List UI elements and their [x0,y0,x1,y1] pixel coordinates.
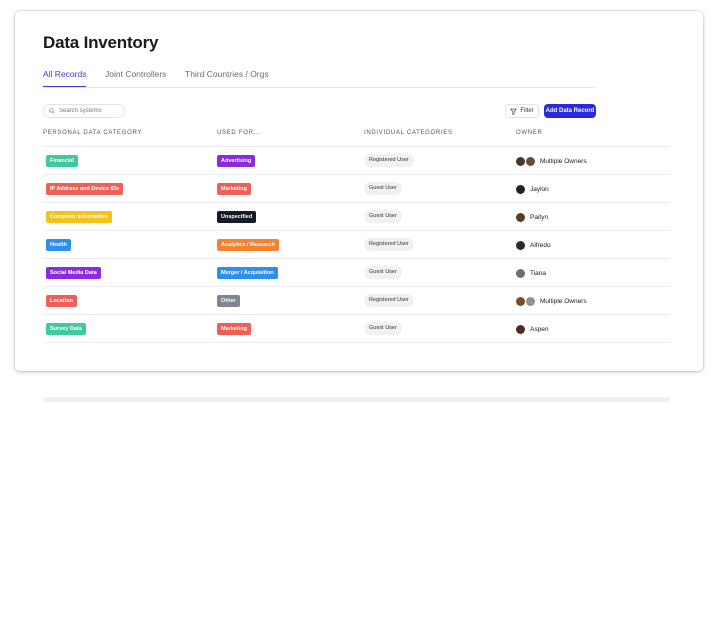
owner-name: Multiple Owners [540,297,587,305]
table-row[interactable]: IP Address and Device IDs Marketing Guest … [43,174,670,203]
category-tag: Survey Data [46,323,86,335]
search-field[interactable] [43,104,125,118]
table-row[interactable]: Location Other Registered User Multiple Own… [43,286,670,315]
individual-category-chip: Registered User [364,154,414,167]
avatar [516,296,525,306]
used-for-tag: Marketing [217,323,251,335]
individual-category-chip: Registered User [364,238,414,251]
table-row[interactable]: Financial Advertising Registered User Multi… [43,146,670,175]
individual-category-chip: Guest User [364,322,402,335]
page-title: Data Inventory [43,33,159,52]
table-row[interactable]: Social Media Data Merger / Acquisition Gue… [43,258,670,287]
owner-name: Aspen [530,325,549,333]
individual-category-chip: Registered User [364,294,414,307]
owner-name: Paityn [530,213,549,221]
data-inventory-card: Data Inventory All Records Joint Control… [15,11,703,371]
filter-label: Filter [520,108,534,114]
individual-category-chip: Guest User [364,182,402,195]
category-tag: Social Media Data [46,267,101,279]
category-tag: Location [46,295,77,307]
owner-cell: Aspen [516,323,548,335]
column-header-owner: OWNER [516,130,543,136]
table-row[interactable]: Computer Information Unspecified Guest Use… [43,202,670,231]
category-tag: Health [46,239,71,251]
owner-name: Jaylon [530,185,549,193]
avatar [516,240,525,250]
add-data-record-button[interactable]: Add Data Record [544,104,596,118]
used-for-tag: Analytics / Research [217,239,279,251]
avatar [516,184,525,194]
table-bottom-border [43,342,670,343]
avatar [516,212,525,222]
avatar [526,296,535,306]
used-for-tag: Other [217,295,240,307]
used-for-tag: Advertising [217,155,256,167]
filter-icon [510,108,518,115]
table-row[interactable]: Health Analytics / Research Registered Use… [43,230,670,259]
tab-all-records[interactable]: All Records [43,69,87,87]
search-input[interactable] [59,108,117,114]
avatar [516,268,525,278]
used-for-tag: Merger / Acquisition [217,267,278,279]
owner-name: Tiana [530,269,547,277]
column-header-category: PERSONAL DATA CATEGORY [43,130,143,136]
owner-cell: Paityn [516,211,548,223]
owner-cell: Multiple Owners [516,155,587,167]
used-for-tag: Unspecified [217,211,257,223]
column-header-used-for: USED FOR... [217,130,261,136]
tab-joint-controllers[interactable]: Joint Controllers [105,69,166,86]
owner-cell: Alfredo [516,239,551,251]
owner-name: Multiple Owners [540,157,587,165]
filter-button[interactable]: Filter [505,104,539,118]
column-header-individual: INDIVIDUAL CATEGORIES [364,130,453,136]
avatar [516,324,525,334]
owner-cell: Tiana [516,267,546,279]
avatar [516,156,525,166]
tab-third-countries[interactable]: Third Countries / Orgs [185,69,269,86]
category-tag: Financial [46,155,78,167]
individual-category-chip: Guest User [364,266,402,279]
used-for-tag: Marketing [217,183,251,195]
background-divider [43,397,670,402]
tab-bar: All Records Joint Controllers Third Coun… [43,69,595,88]
owner-name: Alfredo [530,241,551,249]
category-tag: IP Address and Device IDs [46,183,124,195]
category-tag: Computer Information [46,211,112,223]
individual-category-chip: Guest User [364,210,402,223]
owner-cell: Jaylon [516,183,549,195]
avatar [526,156,535,166]
search-icon [49,108,55,114]
table-row[interactable]: Survey Data Marketing Guest User Aspen [43,314,670,343]
owner-cell: Multiple Owners [516,295,587,307]
